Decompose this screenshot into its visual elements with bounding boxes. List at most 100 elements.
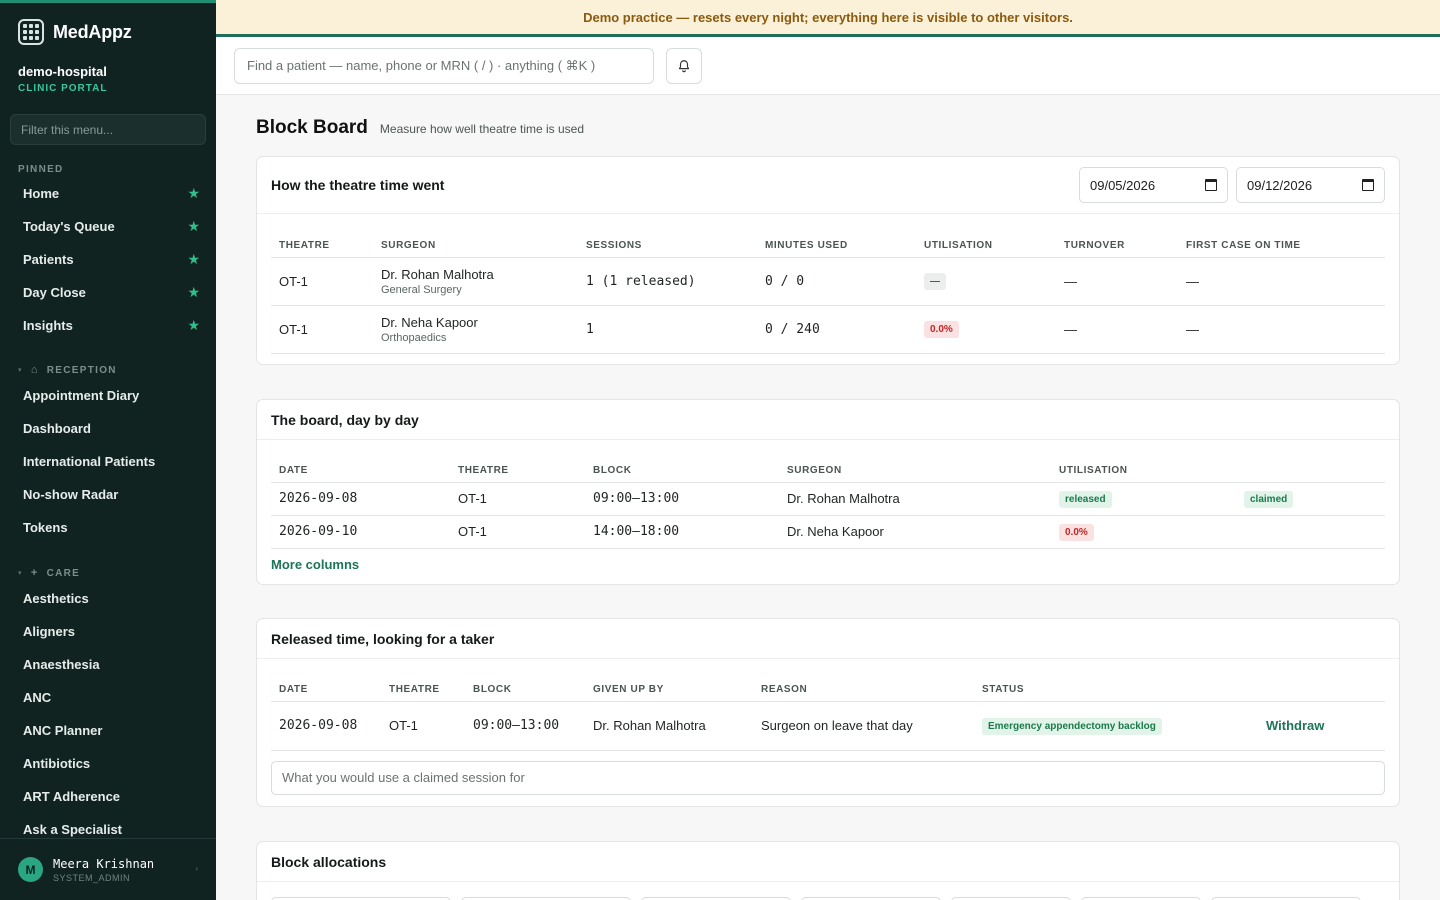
star-icon[interactable]: ★ (187, 284, 200, 301)
sidebar-item-label: Patients (23, 252, 74, 267)
sidebar-item-label: Insights (23, 318, 73, 333)
to-date-value: 09/12/2026 (1247, 177, 1313, 193)
user-name: Meera Krishnan (53, 856, 155, 871)
day-board-card: The board, day by day DATE THEATRE BLOCK… (256, 399, 1400, 585)
sidebar-item-antibiotics[interactable]: Antibiotics (0, 747, 216, 780)
sidebar-item-art-adherence[interactable]: ART Adherence (0, 780, 216, 813)
claim-placeholder: What you would use a claimed session for (282, 770, 525, 785)
utilisation-badge: 0.0% (924, 321, 959, 338)
cell-turnover: — (1056, 257, 1178, 306)
sidebar-item-label: Day Close (23, 285, 86, 300)
sidebar-item-day-close[interactable]: Day Close ★ (0, 276, 216, 309)
star-icon[interactable]: ★ (187, 185, 200, 202)
cell-extra (1236, 515, 1385, 549)
sidebar-item-home[interactable]: Home ★ (0, 177, 216, 210)
table-row: OT-1 Dr. Rohan Malhotra General Surgery … (271, 257, 1385, 306)
sidebar-item-patients[interactable]: Patients ★ (0, 243, 216, 276)
sidebar-item-no-show-radar[interactable]: No-show Radar (0, 478, 216, 511)
col-header: MINUTES USED (757, 229, 916, 258)
sidebar-item-insights[interactable]: Insights ★ (0, 309, 216, 342)
sidebar-item-tokens[interactable]: Tokens (0, 511, 216, 544)
col-header: BLOCK (465, 673, 585, 702)
sidebar-item-aligners[interactable]: Aligners (0, 615, 216, 648)
col-header: STATUS (974, 673, 1258, 702)
notifications-button[interactable] (666, 47, 702, 84)
cell-surgeon: Dr. Rohan Malhotra (779, 482, 1051, 516)
table-row: 2026-09-10 OT-1 14:00–18:00 Dr. Neha Kap… (271, 515, 1385, 549)
brand[interactable]: MedAppz (0, 3, 216, 46)
status-badge: Emergency appendectomy backlog (982, 717, 1162, 735)
card-header: Released time, looking for a taker (257, 619, 1399, 659)
sidebar-item-appointment-diary[interactable]: Appointment Diary (0, 379, 216, 412)
col-header: THEATRE (381, 673, 465, 702)
cell-sessions: 1 (1 released) (578, 257, 757, 306)
calendar-icon[interactable] (1362, 179, 1374, 191)
page-header: Block Board Measure how well theatre tim… (256, 117, 584, 139)
cell-date: 2026-09-08 (271, 482, 450, 516)
cell-theatre: OT-1 (381, 701, 465, 751)
star-icon[interactable]: ★ (187, 317, 200, 334)
col-header: SURGEON (779, 454, 1051, 483)
cell-action: Withdraw (1258, 701, 1385, 751)
cell-first-case: — (1178, 305, 1385, 354)
sidebar-item-todays-queue[interactable]: Today's Queue ★ (0, 210, 216, 243)
from-date-input[interactable]: 09/05/2026 (1079, 167, 1228, 203)
sidebar-item-anc-planner[interactable]: ANC Planner (0, 714, 216, 747)
sidebar-item-anc[interactable]: ANC (0, 681, 216, 714)
user-role: SYSTEM_ADMIN (53, 872, 131, 883)
sidebar-item-label: No-show Radar (23, 487, 119, 502)
star-icon[interactable]: ★ (187, 218, 200, 235)
more-columns-link[interactable]: More columns (271, 557, 359, 572)
menu-filter-input[interactable]: Filter this menu... (10, 114, 206, 145)
main-content: Block Board Measure how well theatre tim… (216, 95, 1440, 900)
col-header: UTILISATION (1051, 454, 1236, 483)
cell-block: 09:00–13:00 (585, 482, 779, 516)
chevron-right-icon: › (195, 866, 198, 873)
section-care[interactable]: ▾ + CARE (0, 567, 216, 579)
sidebar-item-label: Ask a Specialist (23, 822, 122, 837)
cell-theatre: OT-1 (271, 257, 373, 306)
claim-purpose-input[interactable]: What you would use a claimed session for (271, 760, 1385, 795)
sidebar-item-international-patients[interactable]: International Patients (0, 445, 216, 478)
day-board-table: DATE THEATRE BLOCK SURGEON UTILISATION 2… (271, 454, 1385, 549)
col-header: TURNOVER (1056, 229, 1178, 258)
section-reception[interactable]: ▾ ⌂ RECEPTION (0, 364, 216, 376)
col-header: GIVEN UP BY (585, 673, 753, 702)
cell-surgeon: Dr. Neha Kapoor (779, 515, 1051, 549)
section-pinned: PINNED (0, 164, 216, 175)
sidebar-item-label: Aesthetics (23, 591, 89, 606)
sidebar-item-label: Antibiotics (23, 756, 91, 771)
calendar-icon[interactable] (1205, 179, 1217, 191)
sidebar-item-dashboard[interactable]: Dashboard (0, 412, 216, 445)
col-header: BLOCK (585, 454, 779, 483)
status-badge: claimed (1244, 490, 1294, 508)
utilisation-badge: — (924, 273, 946, 290)
caret-down-icon: ▾ (18, 367, 23, 374)
cell-date: 2026-09-08 (271, 701, 381, 751)
card-header: Block allocations (257, 842, 1399, 882)
cell-theatre: OT-1 (450, 515, 585, 549)
surgeon-name: Dr. Neha Kapoor (381, 314, 478, 330)
cell-date: 2026-09-10 (271, 515, 450, 549)
page-subtitle: Measure how well theatre time is used (379, 122, 585, 136)
cell-first-case: — (1178, 257, 1385, 306)
star-icon[interactable]: ★ (187, 251, 200, 268)
sidebar-item-label: ANC Planner (23, 723, 103, 738)
sidebar: MedAppz demo-hospital CLINIC PORTAL Filt… (0, 0, 216, 900)
cell-minutes: 0 / 0 (757, 257, 916, 306)
card-title: Block allocations (271, 853, 387, 870)
user-menu[interactable]: M Meera Krishnan SYSTEM_ADMIN › (0, 838, 216, 900)
card-title: Released time, looking for a taker (271, 630, 495, 647)
col-header: SURGEON (373, 229, 578, 258)
sidebar-item-anaesthesia[interactable]: Anaesthesia (0, 648, 216, 681)
table-row: 2026-09-08 OT-1 09:00–13:00 Dr. Rohan Ma… (271, 701, 1385, 751)
to-date-input[interactable]: 09/12/2026 (1236, 167, 1385, 203)
cell-surgeon: Dr. Rohan Malhotra General Surgery (373, 257, 578, 306)
sidebar-item-aesthetics[interactable]: Aesthetics (0, 582, 216, 615)
col-header: DATE (271, 673, 381, 702)
org-info: demo-hospital CLINIC PORTAL (0, 46, 216, 94)
withdraw-button[interactable]: Withdraw (1266, 718, 1324, 733)
patient-search-input[interactable]: Find a patient — name, phone or MRN ( / … (234, 47, 654, 84)
cell-utilisation: 0.0% (916, 305, 1056, 354)
sidebar-item-label: Today's Queue (23, 219, 115, 234)
